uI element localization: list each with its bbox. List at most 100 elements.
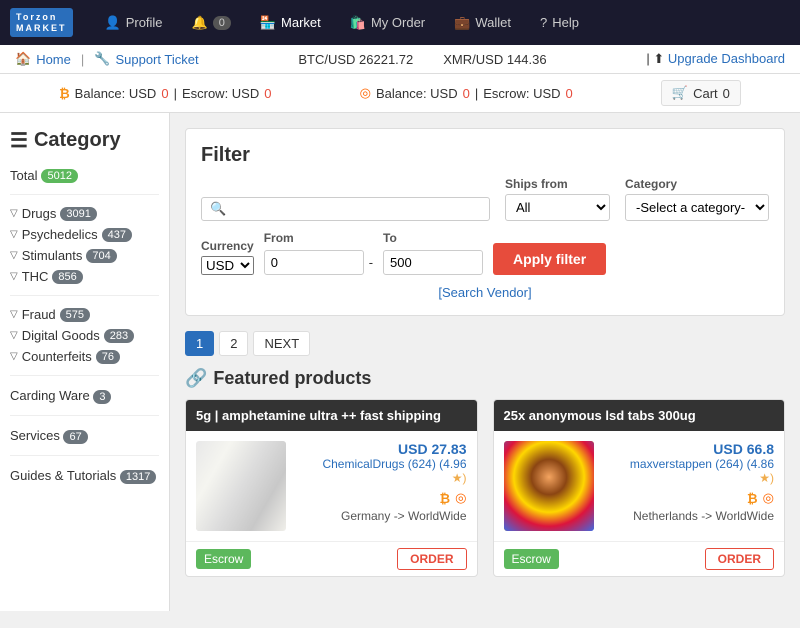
star-icon-2: ★: [759, 471, 770, 485]
home-link[interactable]: Home: [36, 52, 71, 67]
sidebar-divider-3: [10, 375, 159, 376]
product-rating-1: ★): [296, 471, 467, 485]
filter-search-box[interactable]: 🔍: [201, 197, 490, 221]
ticket-icon: 🔧: [94, 51, 110, 67]
sidebar-title: ☰ Category: [10, 128, 159, 153]
btc-balance-label: Balance: USD: [75, 86, 157, 101]
escrow-badge-2: Escrow: [504, 549, 559, 569]
carding-ware-label: Carding Ware: [10, 388, 90, 403]
currency-label: Currency: [201, 239, 254, 253]
product-flags-2: ₿ ◎: [604, 490, 775, 506]
upgrade-area: | ⬆ Upgrade Dashboard: [646, 51, 785, 67]
from-input[interactable]: [264, 250, 364, 275]
sidebar-divider-5: [10, 455, 159, 456]
to-inputs: [383, 250, 483, 275]
thc-badge: 856: [52, 270, 82, 284]
next-page-button[interactable]: NEXT: [253, 331, 310, 356]
nav-myorder[interactable]: 🛍️ My Order: [338, 7, 437, 39]
nav-help[interactable]: ? Help: [528, 7, 591, 38]
nav-help-label: Help: [552, 15, 579, 30]
logo[interactable]: Torzon MARKET: [10, 8, 73, 38]
product-title-1[interactable]: 5g | amphetamine ultra ++ fast shipping: [186, 400, 477, 431]
apply-filter-button[interactable]: Apply filter: [493, 243, 606, 275]
sidebar-item-services[interactable]: Services 67: [10, 424, 159, 447]
upgrade-link[interactable]: Upgrade Dashboard: [668, 51, 785, 66]
support-link[interactable]: Support Ticket: [115, 52, 198, 67]
cart-count: 0: [723, 86, 730, 101]
nav-items: 👤 Profile 🔔 0 🏪 Market 🛍️ My Order 💼 Wal…: [93, 7, 791, 39]
search-vendor-link[interactable]: [Search Vendor]: [201, 285, 769, 300]
xmr-label: XMR/USD: [443, 52, 503, 67]
logo-box: Torzon MARKET: [10, 8, 73, 38]
product-seller-1[interactable]: ChemicalDrugs (624) (4.96: [296, 457, 467, 471]
filter-row-2: Currency USD BTC XMR From - To: [201, 231, 769, 275]
main-layout: ☰ Category Total 5012 ▽ Drugs 3091 ▽ Psy…: [0, 113, 800, 611]
btc-payment-icon-2: ₿: [747, 491, 758, 506]
ships-from-select[interactable]: All USA UK Germany Netherlands WorldWide: [505, 194, 610, 221]
product-price-2: USD 66.8: [604, 441, 775, 457]
triangle-icon-6: ▽: [10, 330, 18, 341]
currency-group: Currency USD BTC XMR: [201, 239, 254, 275]
xmr-escrow-label: Escrow: USD: [483, 86, 560, 101]
nav-profile[interactable]: 👤 Profile: [93, 7, 175, 39]
sidebar-item-psychedelics[interactable]: ▽ Psychedelics 437: [10, 224, 159, 245]
drugs-badge: 3091: [60, 207, 96, 221]
page-1-button[interactable]: 1: [185, 331, 214, 356]
cart-button[interactable]: 🛒 Cart 0: [661, 80, 741, 106]
sidebar-item-total[interactable]: Total 5012: [10, 165, 159, 186]
currency-select[interactable]: USD BTC XMR: [201, 256, 254, 275]
order-button-1[interactable]: ORDER: [397, 548, 466, 570]
sidebar-item-counterfeits[interactable]: ▽ Counterfeits 76: [10, 346, 159, 367]
to-country-2: WorldWide: [716, 509, 774, 523]
wallet-icon: 💼: [454, 15, 470, 31]
xmr-icon: ◎: [360, 85, 371, 101]
product-location-1: Germany -> WorldWide: [296, 509, 467, 523]
product-footer-2: Escrow ORDER: [494, 541, 785, 576]
btc-balance-value: 0: [161, 86, 168, 101]
from-country-1: Germany: [341, 509, 390, 523]
product-seller-2[interactable]: maxverstappen (264) (4.86: [604, 457, 775, 471]
sidebar-item-carding-ware[interactable]: Carding Ware 3: [10, 384, 159, 407]
category-group: Category -Select a category- Drugs Psych…: [625, 177, 769, 221]
profile-icon: 👤: [105, 15, 121, 31]
main-content: Filter 🔍 Ships from All USA UK Germany N…: [170, 113, 800, 611]
upgrade-icon: ⬆: [653, 51, 664, 66]
product-price-1: USD 27.83: [296, 441, 467, 457]
ships-from-label: Ships from: [505, 177, 610, 191]
product-body-1: USD 27.83 ChemicalDrugs (624) (4.96 ★) ₿…: [186, 431, 477, 541]
page-2-button[interactable]: 2: [219, 331, 248, 356]
sidebar-item-drugs[interactable]: ▽ Drugs 3091: [10, 203, 159, 224]
order-button-2[interactable]: ORDER: [705, 548, 774, 570]
bell-icon: 🔔: [192, 15, 208, 31]
to-label: To: [383, 231, 397, 245]
xmr-balance-label: Balance: USD: [376, 86, 458, 101]
to-input[interactable]: [383, 250, 483, 275]
nav-wallet[interactable]: 💼 Wallet: [442, 7, 523, 39]
sidebar-item-fraud[interactable]: ▽ Fraud 575: [10, 304, 159, 325]
category-select[interactable]: -Select a category- Drugs Psychedelics S…: [625, 194, 769, 221]
sidebar-item-thc[interactable]: ▽ THC 856: [10, 266, 159, 287]
nav-market-label: Market: [281, 15, 321, 30]
product-title-2[interactable]: 25x anonymous lsd tabs 300ug: [494, 400, 785, 431]
sidebar-item-stimulants[interactable]: ▽ Stimulants 704: [10, 245, 159, 266]
psychedelics-badge: 437: [102, 228, 132, 242]
search-input[interactable]: [226, 202, 481, 217]
featured-title-text: Featured products: [213, 368, 371, 389]
btc-icon: ₿: [59, 86, 70, 101]
sidebar-title-text: Category: [34, 129, 121, 152]
triangle-icon-3: ▽: [10, 250, 18, 261]
product-card-1: 5g | amphetamine ultra ++ fast shipping …: [185, 399, 478, 577]
sidebar-item-guides-tutorials[interactable]: Guides & Tutorials 1317: [10, 464, 159, 487]
product-footer-1: Escrow ORDER: [186, 541, 477, 576]
services-badge: 67: [63, 430, 87, 444]
search-icon: 🔍: [210, 201, 226, 217]
total-badge: 5012: [41, 169, 77, 183]
sidebar-item-digital-goods[interactable]: ▽ Digital Goods 283: [10, 325, 159, 346]
featured-title: 🔗 Featured products: [185, 368, 785, 389]
btc-value: 26221.72: [359, 52, 413, 67]
nav-notifications[interactable]: 🔔 0: [180, 7, 243, 39]
fraud-badge: 575: [60, 308, 90, 322]
btc-payment-icon-1: ₿: [440, 491, 451, 506]
xmr-value: 144.36: [507, 52, 547, 67]
nav-market[interactable]: 🏪 Market: [248, 7, 333, 39]
